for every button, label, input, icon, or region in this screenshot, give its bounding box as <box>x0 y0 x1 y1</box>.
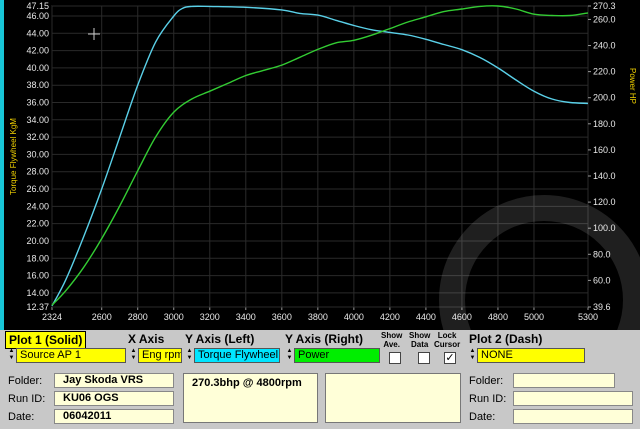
y-right-tick-label: 200.0 <box>593 93 616 103</box>
date-label: Date: <box>8 411 35 423</box>
x-tick-label: 4400 <box>416 312 436 322</box>
plot2-header: Plot 2 (Dash) <box>469 332 543 346</box>
show-data-checkbox[interactable] <box>418 352 430 364</box>
y-right-tick-label: 140.0 <box>593 171 616 181</box>
control-panel: Plot 1 (Solid) X Axis Y Axis (Left) Y Ax… <box>0 330 640 429</box>
plot2-spinner-icon[interactable]: ▲ ▼ <box>469 348 476 363</box>
result-memo[interactable]: 270.3bhp @ 4800rpm <box>183 373 318 423</box>
y-left-tick-label: 40.00 <box>26 63 49 73</box>
y-left-spinner-icon[interactable]: ▲ ▼ <box>186 348 193 363</box>
x-tick-label: 2800 <box>128 312 148 322</box>
plot2-date-label: Date: <box>469 411 496 423</box>
run-id-field[interactable]: KU06 OGS <box>54 391 174 406</box>
source-spinner-icon[interactable]: ▲ ▼ <box>8 348 15 363</box>
x-tick-label: 2600 <box>92 312 112 322</box>
y-left-tick-label: 24.00 <box>26 201 49 211</box>
x-tick-label: 3800 <box>308 312 328 322</box>
y-left-tick-label: 20.00 <box>26 236 49 246</box>
plot2-folder-label: Folder: <box>469 375 504 387</box>
lock-cursor-label: Lock Cursor <box>434 331 461 349</box>
x-tick-label: 3000 <box>164 312 184 322</box>
y-right-tick-label: 180.0 <box>593 119 616 129</box>
plot2-result-memo[interactable] <box>325 373 461 423</box>
y-right-tick-label: 260.0 <box>593 14 616 24</box>
x-tick-label: 3600 <box>272 312 292 322</box>
y-left-tick-label: 44.00 <box>26 28 49 38</box>
y-right-axis-title: Power HP <box>628 68 637 104</box>
x-tick-label: 2324 <box>42 312 62 322</box>
x-axis-select[interactable]: Eng rpm <box>138 348 182 363</box>
plot2-source-select[interactable]: NONE <box>477 348 585 363</box>
show-ave-checkbox[interactable] <box>389 352 401 364</box>
y-left-tick-label: 42.00 <box>26 46 49 56</box>
y-left-tick-label: 16.00 <box>26 271 49 281</box>
plot1-source-select[interactable]: Source AP 1 <box>16 348 126 363</box>
y-right-tick-label: 220.0 <box>593 67 616 77</box>
y-axis-left-header: Y Axis (Left) <box>185 332 255 346</box>
dyno-app-window: 2324 2600 2800 3000 3200 3400 3600 3800 4000 4200… <box>0 0 640 429</box>
x-tick-label: 4800 <box>488 312 508 322</box>
dyno-chart-area[interactable]: 2324 2600 2800 3000 3200 3400 3600 3800 4000 4200… <box>0 0 640 330</box>
x-tick-label: 3400 <box>236 312 256 322</box>
plot2-folder-field[interactable] <box>513 373 615 388</box>
y-axis-left-select[interactable]: Torque Flywheel <box>194 348 280 363</box>
x-axis-spinner-icon[interactable]: ▲ ▼ <box>130 348 137 363</box>
x-tick-label: 4000 <box>344 312 364 322</box>
date-field[interactable]: 06042011 <box>54 409 174 424</box>
y-left-tick-label: 30.00 <box>26 149 49 159</box>
show-ave-label: Show Ave. <box>381 331 403 349</box>
x-tick-label: 5000 <box>524 312 544 322</box>
y-left-tick-label: 26.00 <box>26 184 49 194</box>
y-right-tick-label: 160.0 <box>593 145 616 155</box>
x-tick-label: 5300 <box>578 312 598 322</box>
y-left-tick-label: 18.00 <box>26 253 49 263</box>
plot2-run-id-field[interactable] <box>513 391 633 406</box>
y-left-tick-label: 14.00 <box>26 288 49 298</box>
y-left-tick-label: 38.00 <box>26 80 49 90</box>
y-right-tick-label: 120.0 <box>593 197 616 207</box>
y-left-tick-label: 47.15 <box>26 1 49 11</box>
plot2-run-id-label: Run ID: <box>469 393 507 405</box>
x-tick-label: 3200 <box>200 312 220 322</box>
y-axis-right-header: Y Axis (Right) <box>285 332 364 346</box>
y-right-tick-label: 60.0 <box>593 275 611 285</box>
lock-cursor-checkbox[interactable]: ✓ <box>444 352 456 364</box>
folder-field[interactable]: Jay Skoda VRS <box>54 373 174 388</box>
y-left-tick-label: 22.00 <box>26 219 49 229</box>
y-right-tick-label: 270.3 <box>593 1 616 11</box>
torque-series-line <box>51 5 589 307</box>
plot2-date-field[interactable] <box>513 409 633 424</box>
y-axis-right-select[interactable]: Power <box>294 348 380 363</box>
plot1-header: Plot 1 (Solid) <box>5 331 87 349</box>
y-right-tick-label: 240.0 <box>593 41 616 51</box>
y-left-tick-label: 12.37 <box>26 302 49 312</box>
y-left-axis-title: Torque Flywheel KgM <box>9 118 18 195</box>
x-tick-label: 4200 <box>380 312 400 322</box>
x-axis-header: X Axis <box>128 332 165 346</box>
y-right-spinner-icon[interactable]: ▲ ▼ <box>286 348 293 363</box>
y-left-tick-label: 32.00 <box>26 132 49 142</box>
show-data-label: Show Data <box>409 331 431 349</box>
y-left-tick-label: 28.00 <box>26 167 49 177</box>
y-right-tick-label: 39.6 <box>593 302 611 312</box>
dyno-chart[interactable]: 2324 2600 2800 3000 3200 3400 3600 3800 4000 4200… <box>4 0 640 330</box>
plot-frame <box>51 5 589 308</box>
y-left-tick-label: 36.00 <box>26 97 49 107</box>
run-id-label: Run ID: <box>8 393 46 405</box>
y-left-tick-label: 46.00 <box>26 11 49 21</box>
y-left-tick-label: 34.00 <box>26 115 49 125</box>
folder-label: Folder: <box>8 375 43 387</box>
